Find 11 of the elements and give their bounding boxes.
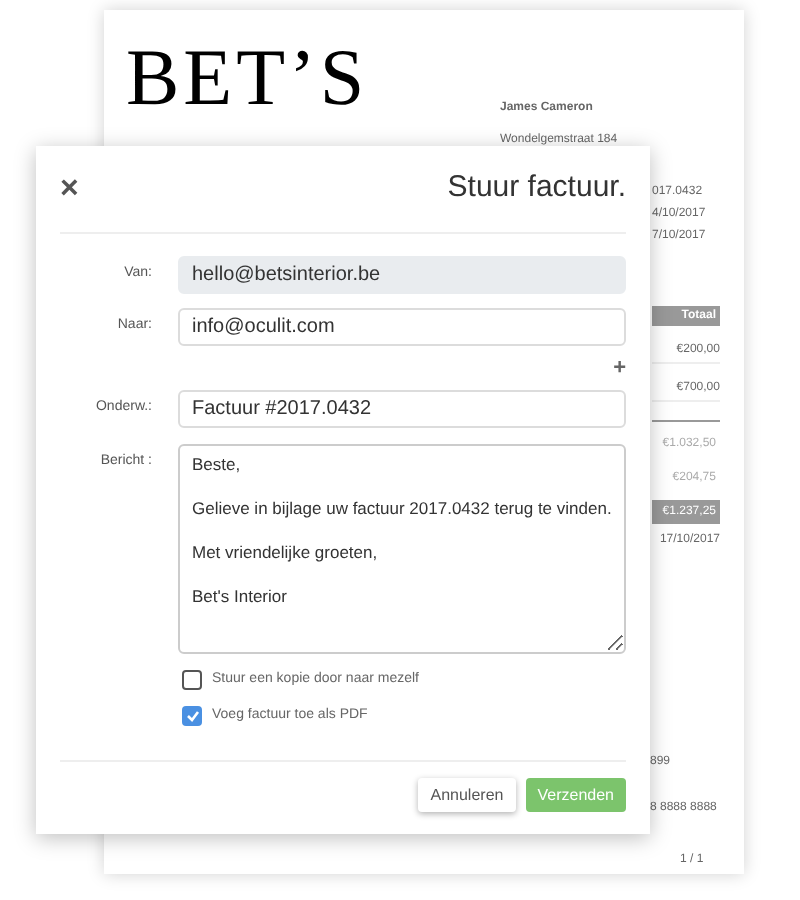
add-recipient-button[interactable]: + [613,357,626,379]
logo: BET’S [126,32,369,122]
message-field[interactable]: Beste, Gelieve in bijlage uw factuur 2017.0432 terug te vinden. Met vriendelijke groeten, Bet's Interior [178,444,626,654]
close-button[interactable]: × [60,173,79,205]
checkbox[interactable] [182,705,202,726]
checkbox[interactable] [182,670,202,691]
check-icon [185,709,199,722]
dialog-title: Stuur factuur. [447,168,626,209]
input-field[interactable]: info@oculit.com [178,308,626,346]
cancel-button[interactable]: Annuleren [418,778,516,812]
input-field[interactable]: Factuur #2017.0432 [178,390,626,428]
